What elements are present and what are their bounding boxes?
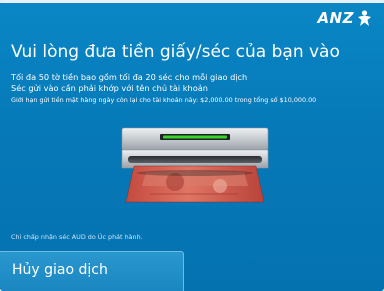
- instruction-max-notes: Tối đa 50 tờ tiền bao gồm tối đa 20 séc …: [11, 72, 248, 82]
- atm-screen: ANZ Vui lòng đưa tiền giấy/séc của bạn v…: [0, 0, 384, 291]
- footer-note: Chỉ chấp nhận séc AUD do Úc phát hành.: [11, 233, 143, 241]
- instruction-cheque-name: Séc gửi vào cần phải khớp với tên chủ tà…: [11, 83, 208, 93]
- cash-slot-illustration: [121, 127, 269, 203]
- cancel-transaction-button[interactable]: [0, 251, 184, 291]
- brand-name: ANZ: [317, 9, 354, 27]
- anz-person-icon: [358, 9, 371, 26]
- page-title: Vui lòng đưa tiền giấy/séc của bạn vào: [11, 42, 340, 62]
- brand-logo: ANZ: [317, 9, 372, 27]
- top-strip: [0, 0, 384, 3]
- deposit-limit-note: Giới hạn gửi tiền mặt hàng ngày còn lại …: [11, 96, 317, 104]
